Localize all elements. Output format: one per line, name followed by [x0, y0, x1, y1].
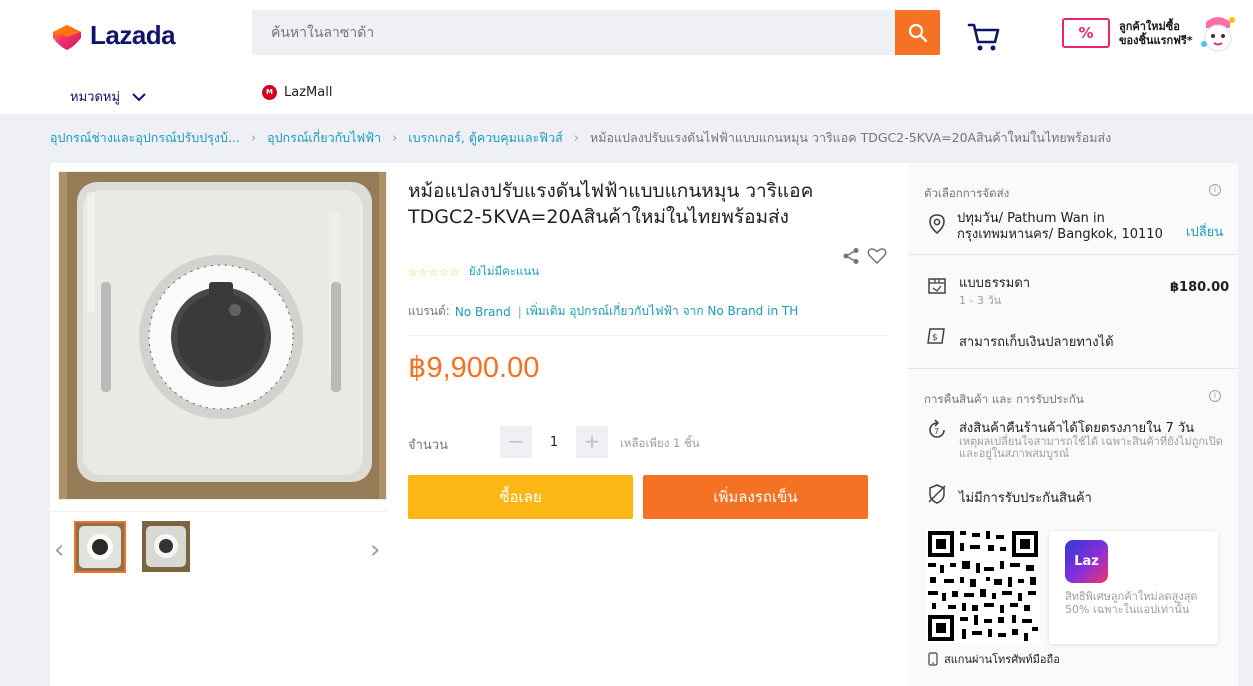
divider [908, 254, 1238, 255]
gallery-thumbnail[interactable] [142, 521, 190, 572]
divider [908, 368, 1238, 369]
return-policy-detail: เหตุผลเปลี่ยนใจสามารถใช้ได้ เฉพาะสินค้าท… [959, 435, 1223, 460]
search-button[interactable] [895, 10, 940, 55]
location-pin-icon [926, 213, 948, 235]
brand-link[interactable]: No Brand [455, 305, 511, 319]
quantity-increase-button[interactable]: + [576, 426, 608, 458]
shipping-days: 1 - 3 วัน [959, 294, 1002, 307]
rating: ☆☆☆☆☆ ยังไม่มีคะแนน [408, 263, 539, 281]
header: Lazada % ลูกค้าใหม่ซื้อ ของชิ้นแรกฟรี* [0, 0, 1253, 114]
search-bar [252, 10, 940, 55]
divider [408, 335, 888, 336]
gallery-next-arrow[interactable]: › [370, 535, 380, 565]
breadcrumb-current: หม้อแปลงปรับแรงดันไฟฟ้าแบบแกนหมุน วาริแอ… [589, 130, 1112, 145]
product-image[interactable] [58, 171, 387, 500]
mascot-icon [1200, 14, 1236, 54]
stock-text: เหลือเพียง 1 ชิ้น [620, 436, 700, 450]
cod-label: สามารถเก็บเงินปลายทางได้ [959, 335, 1114, 350]
search-input[interactable] [252, 10, 895, 55]
chevron-down-icon [132, 92, 146, 101]
quantity-decrease-button[interactable]: − [500, 426, 532, 458]
delivery-sidebar: ตัวเลือกการจัดส่ง i ปทุมวัน/ Pathum Wan … [908, 163, 1238, 686]
info-icon[interactable]: i [1209, 390, 1221, 402]
info-icon[interactable]: i [1209, 184, 1221, 196]
breadcrumb-link[interactable]: อุปกรณ์เกี่ยวกับไฟฟ้า [267, 128, 381, 148]
lazada-app-icon: Laz [1065, 540, 1108, 583]
chevron-right-icon: › [392, 130, 398, 146]
lazada-logo[interactable]: Lazada [50, 20, 176, 51]
phone-icon [928, 652, 938, 666]
percent-badge: % [1062, 18, 1110, 48]
product-main: ‹ › หม้อแปลงปรับแรงดันไฟฟ้าแบบแกนหมุน วา… [50, 163, 908, 686]
quantity-input[interactable] [534, 426, 574, 458]
delivery-options-title: ตัวเลือกการจัดส่ง [924, 186, 1010, 200]
share-icon[interactable] [842, 247, 860, 269]
no-warranty-icon [926, 483, 948, 505]
product-price: ฿9,900.00 [408, 352, 540, 384]
add-to-cart-button[interactable]: เพิ่มลงรถเข็น [643, 475, 868, 519]
promo-text: ลูกค้าใหม่ซื้อ ของชิ้นแรกฟรี* [1119, 20, 1193, 47]
chevron-right-icon: › [573, 130, 579, 146]
return-warranty-title: การคืนสินค้า และ การรับประกัน [924, 392, 1084, 406]
app-promo-text: สิทธิพิเศษลูกค้าใหม่ลดสูงสุด 50% เฉพาะใน… [1065, 590, 1198, 616]
warranty-label: ไม่มีการรับประกันสินค้า [959, 491, 1092, 506]
qr-code[interactable] [926, 529, 1040, 643]
svg-text:7: 7 [934, 427, 939, 436]
app-download-card[interactable]: Laz สิทธิพิเศษลูกค้าใหม่ลดสูงสุด 50% เฉพ… [1049, 531, 1218, 644]
svg-text:$: $ [932, 333, 938, 343]
lazada-heart-icon [50, 21, 84, 51]
category-menu[interactable]: หมวดหมู่ [70, 86, 146, 107]
quantity-label: จำนวน [408, 438, 448, 453]
gallery-divider [50, 511, 387, 512]
new-user-promo-banner[interactable]: % ลูกค้าใหม่ซื้อ ของชิ้นแรกฟรี* [1062, 12, 1237, 56]
breadcrumb-link[interactable]: อุปกรณ์ช่างและอุปกรณ์ปรับปรุงบ้... [50, 128, 240, 148]
separator: | [517, 304, 522, 319]
star-rating-icon: ☆☆☆☆☆ [408, 265, 460, 279]
breadcrumb: อุปกรณ์ช่างและอุปกรณ์ปรับปรุงบ้... › อุป… [50, 128, 1111, 148]
no-rating-link[interactable]: ยังไม่มีคะแนน [469, 263, 539, 281]
cash-on-delivery-icon: $ [926, 326, 948, 348]
brand-info: แบรนด์: No Brand | เพิ่มเติม อุปกรณ์เกี่… [408, 302, 798, 321]
lazmall-icon: M [262, 85, 277, 100]
shipping-method: แบบธรรมดา [959, 276, 1031, 291]
gallery-prev-arrow[interactable]: ‹ [54, 535, 64, 565]
shipping-price: ฿180.00 [1170, 280, 1230, 295]
buy-now-button[interactable]: ซื้อเลย [408, 475, 633, 519]
product-title: หม้อแปลงปรับแรงดันไฟฟ้าแบบแกนหมุน วาริแอ… [408, 180, 814, 228]
scan-with-phone: สแกนผ่านโทรศัพท์มือถือ [928, 650, 1060, 668]
wishlist-heart-icon[interactable] [867, 247, 887, 269]
lazmall-link[interactable]: M LazMall [262, 85, 332, 100]
gallery-thumbnail[interactable] [74, 521, 126, 573]
brand-label: แบรนด์: [408, 304, 450, 318]
breadcrumb-link[interactable]: เบรกเกอร์, ตู้ควบคุมและฟิวส์ [408, 128, 562, 148]
chevron-right-icon: › [250, 130, 257, 146]
delivery-address: ปทุมวัน/ Pathum Wan in กรุงเทพมหานคร/ Ba… [957, 211, 1163, 242]
search-icon [908, 23, 927, 42]
change-address-link[interactable]: เปลี่ยน [1186, 221, 1223, 242]
shipping-box-icon [926, 274, 948, 296]
more-from-brand-link[interactable]: เพิ่มเติม อุปกรณ์เกี่ยวกับไฟฟ้า จาก No B… [526, 302, 798, 321]
return-icon: 7 [926, 419, 948, 441]
cart-icon[interactable] [966, 20, 1002, 54]
logo-text: Lazada [90, 20, 176, 50]
sub-navigation: หมวดหมู่ M LazMall [0, 82, 1253, 108]
